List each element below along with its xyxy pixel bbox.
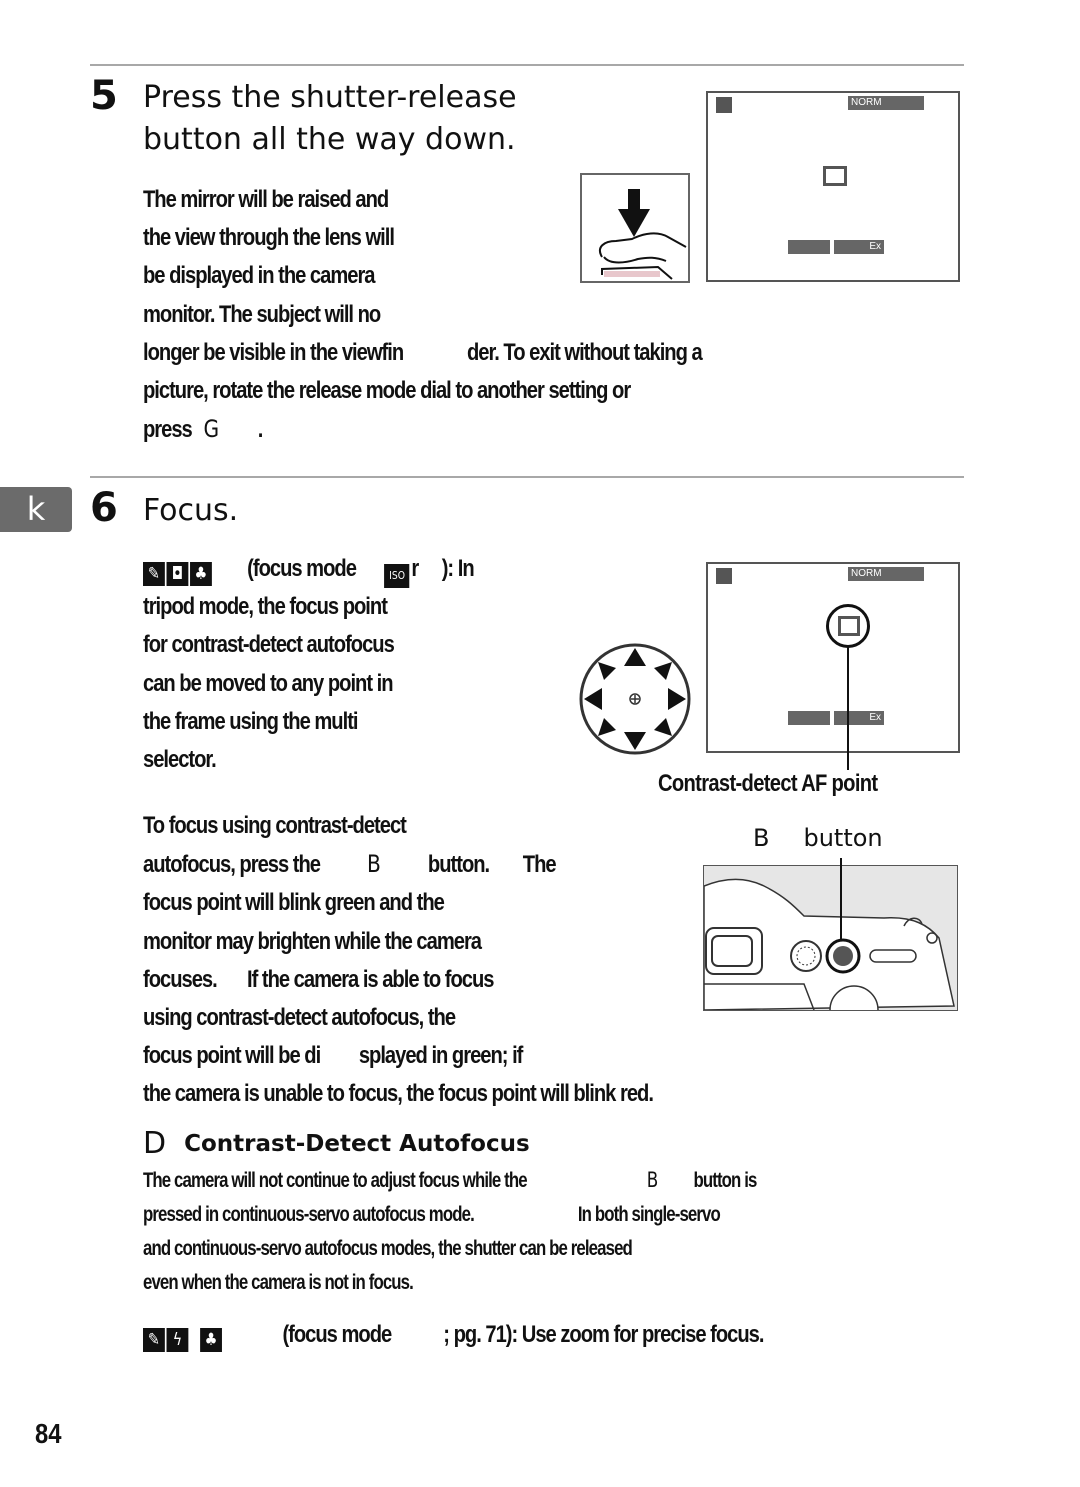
camera-body-icon	[704, 878, 955, 1010]
body-line: tripod mode, the focus point	[143, 593, 388, 621]
multi-selector-icon	[579, 643, 691, 755]
camera-monitor-display: NORM Ex	[706, 562, 960, 753]
body-text: ): In	[441, 555, 475, 582]
pencil-icon: ✎	[143, 562, 165, 586]
body-text: The	[522, 851, 557, 879]
step-title: Focus.	[143, 493, 239, 528]
note-text: The camera will not continue to adjust f…	[143, 1169, 528, 1192]
body-text: longer be visible in the viewfin	[143, 338, 404, 366]
step-body: ✎ ◘ ♣ (focus mode ISO r ): In tripod mode, the…	[143, 550, 475, 779]
step-title: Press the shutter-release button all the…	[143, 77, 517, 161]
portrait-icon: ✎	[143, 1328, 165, 1352]
section-divider	[90, 476, 964, 478]
body-text: der. To exit without taking a	[466, 338, 703, 366]
caption-text: button	[803, 824, 883, 852]
note-heading: D Contrast-Detect Autofocus	[143, 1126, 530, 1161]
callout-line	[847, 646, 849, 770]
shutter-press-icon	[598, 189, 687, 280]
body-text: focus point will be di	[143, 1042, 321, 1070]
af-mode-badge	[788, 240, 830, 254]
image-quality-badge: NORM	[848, 567, 924, 581]
body-line: autofocus, press the Bbutton. The	[143, 845, 653, 884]
final-line: ✎ ϟ ♣ (focus mode ; pg. 71): Use zoom for pr…	[143, 1316, 764, 1354]
af-on-button-symbol: B	[646, 1168, 659, 1192]
menu-button-symbol: G	[203, 415, 220, 444]
body-line: selector.	[143, 746, 217, 774]
note-body: The camera will not continue to adjust f…	[143, 1163, 757, 1300]
camera-flash-icon: ◘	[166, 562, 189, 586]
step-title-line: Press the shutter-release	[143, 80, 517, 115]
af-mode-badge	[788, 711, 830, 725]
note-icon: D	[143, 1126, 167, 1161]
section-divider	[90, 64, 964, 66]
af-on-button-symbol: B	[753, 824, 770, 852]
body-line: the frame using the multi	[143, 707, 359, 735]
body-text: ; pg. 71): Use zoom for precise focus.	[443, 1321, 764, 1348]
note-text: pressed in continuous-servo autofocus mo…	[143, 1203, 475, 1226]
body-line: focuses. If the camera is able to focus	[143, 961, 653, 999]
focus-point-frame	[838, 616, 860, 636]
note-text: button is	[693, 1169, 757, 1192]
note-line: and continuous-servo autofocus modes, th…	[143, 1237, 633, 1260]
af-point-caption: Contrast-detect AF point	[658, 770, 878, 797]
plant-icon: ♣	[190, 562, 212, 586]
note-line: even when the camera is not in focus.	[143, 1271, 414, 1294]
note-text: In both single-servo	[577, 1203, 721, 1226]
body-text: r	[411, 555, 419, 582]
camera-back-illustration	[703, 865, 958, 1011]
body-text: autofocus, press the	[143, 851, 321, 879]
iso-icon: ISO	[384, 564, 410, 588]
body-line: ✎ ◘ ♣ (focus mode ISO r ): In	[143, 550, 475, 588]
callout-line	[840, 858, 842, 940]
af-on-button-symbol: B	[367, 850, 381, 879]
body-line: To focus using contrast-detect	[143, 812, 407, 839]
note-line: The camera will not continue to adjust f…	[143, 1163, 757, 1198]
body-line: picture, rotate the release mode dial to…	[143, 377, 631, 405]
body-line: monitor may brighten while the camera	[143, 927, 482, 955]
shooting-mode-icon	[716, 97, 732, 113]
focus-point-frame	[823, 166, 847, 186]
body-line: using contrast-detect autofocus, the	[143, 1004, 456, 1032]
shooting-mode-icon	[716, 568, 732, 584]
note-title: Contrast-Detect Autofocus	[184, 1131, 530, 1157]
body-text: If the camera is able to focus	[246, 965, 495, 993]
body-line: ✎ ϟ ♣ (focus mode ; pg. 71): Use zoom for pr…	[143, 1316, 764, 1354]
body-line: focus point will blink green and the	[143, 889, 445, 917]
focus-paragraph: To focus using contrast-detect autofocus…	[143, 807, 654, 1114]
body-text: (focus mode	[282, 1321, 392, 1348]
image-quality-badge: NORM	[848, 96, 924, 110]
body-text: focuses.	[143, 965, 218, 993]
exposure-badge: Ex	[834, 240, 884, 254]
af-on-button-caption: Bbutton	[753, 824, 883, 852]
step-title-line: button all the way down.	[143, 122, 516, 157]
chapter-tab[interactable]: k	[0, 487, 72, 532]
body-text: .	[257, 416, 264, 444]
body-line: monitor. The subject will no	[143, 300, 381, 328]
body-line: focus point will be di splayed in green; …	[143, 1037, 653, 1075]
shutter-illustration	[580, 173, 690, 283]
step-number: 5	[90, 73, 118, 119]
body-line: press G.	[143, 410, 702, 449]
camera-monitor-display: NORM Ex	[706, 91, 960, 282]
step-number: 6	[90, 485, 118, 531]
body-line: for contrast-detect autofocus	[143, 631, 395, 659]
plant-icon: ♣	[200, 1328, 222, 1352]
flash-off-icon: ϟ	[166, 1328, 189, 1352]
page-number: 84	[35, 1418, 62, 1449]
note-line: pressed in continuous-servo autofocus mo…	[143, 1198, 756, 1232]
exposure-badge: Ex	[834, 711, 884, 725]
body-text: (focus mode	[247, 555, 357, 582]
body-line: longer be visible in the viewfin der. To …	[143, 334, 703, 372]
body-line: the camera is unable to focus, the focus…	[143, 1080, 654, 1108]
body-text: button.	[427, 851, 490, 879]
body-text: press	[143, 416, 193, 444]
body-text: splayed in green; if	[358, 1042, 524, 1070]
body-line: can be moved to any point in	[143, 669, 394, 697]
